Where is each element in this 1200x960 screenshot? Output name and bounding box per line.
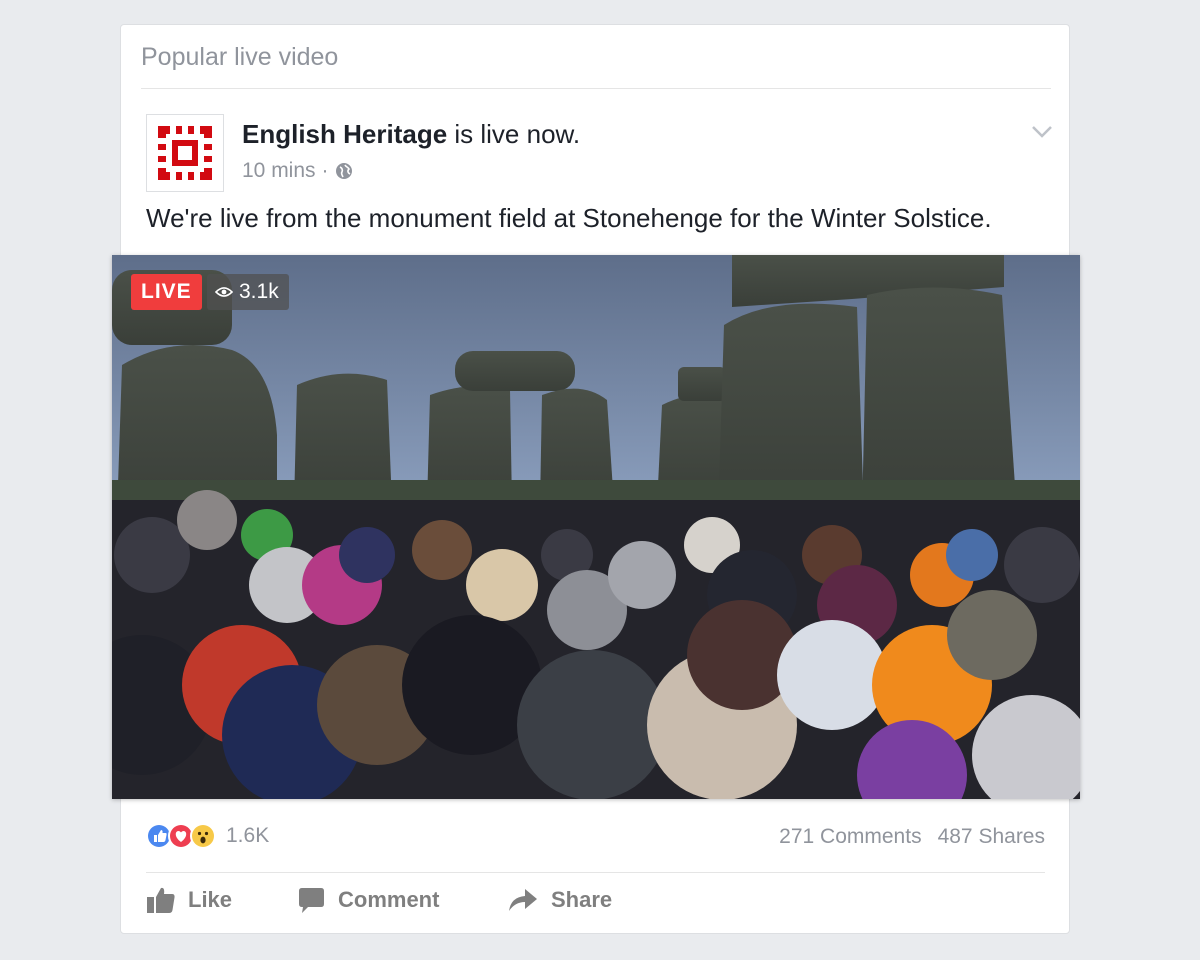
author-name[interactable]: English Heritage — [242, 119, 447, 149]
share-arrow-icon — [509, 889, 537, 911]
action-bar: Like Comment Share — [146, 885, 667, 915]
wow-icon — [190, 823, 216, 849]
post-time[interactable]: 10 mins — [242, 159, 316, 183]
comment-label: Comment — [338, 887, 440, 912]
post-header: English Heritage is live now. — [242, 119, 580, 150]
post-text: We're live from the monument field at St… — [146, 203, 992, 233]
page-avatar[interactable] — [146, 114, 224, 192]
section-title: Popular live video — [141, 43, 339, 71]
comment-button[interactable]: Comment — [296, 885, 507, 915]
live-status-text: is live now. — [447, 119, 581, 149]
live-badge: LIVE — [131, 274, 202, 310]
live-video-player[interactable]: LIVE 3.1k — [112, 255, 1080, 799]
share-button[interactable]: Share — [507, 885, 667, 915]
eye-icon — [215, 287, 233, 297]
engagement-counts: 271 Comments 487 Shares — [779, 825, 1045, 849]
post-options-chevron-icon[interactable] — [1031, 125, 1053, 144]
live-video-card: Popular live video English Heritage is l… — [112, 24, 1080, 934]
comments-count-link[interactable]: 271 Comments — [779, 825, 921, 849]
reaction-icons — [146, 823, 216, 849]
share-label: Share — [551, 887, 613, 912]
comment-bubble-icon — [299, 888, 324, 913]
post-meta: 10 mins · — [242, 159, 353, 183]
video-frame — [112, 255, 1080, 799]
globe-icon — [335, 163, 352, 179]
shares-count-link[interactable]: 487 Shares — [938, 825, 1045, 849]
viewer-count-badge: 3.1k — [207, 274, 289, 310]
english-heritage-logo-icon — [158, 126, 212, 180]
reactions-summary[interactable]: 1.6K — [146, 823, 269, 849]
like-label: Like — [188, 887, 233, 912]
thumbs-up-icon — [147, 887, 175, 913]
reaction-count: 1.6K — [226, 824, 270, 847]
divider — [146, 872, 1045, 873]
like-button[interactable]: Like — [146, 885, 296, 915]
meta-separator: · — [321, 159, 329, 182]
divider — [141, 88, 1051, 89]
viewer-count: 3.1k — [239, 280, 279, 303]
